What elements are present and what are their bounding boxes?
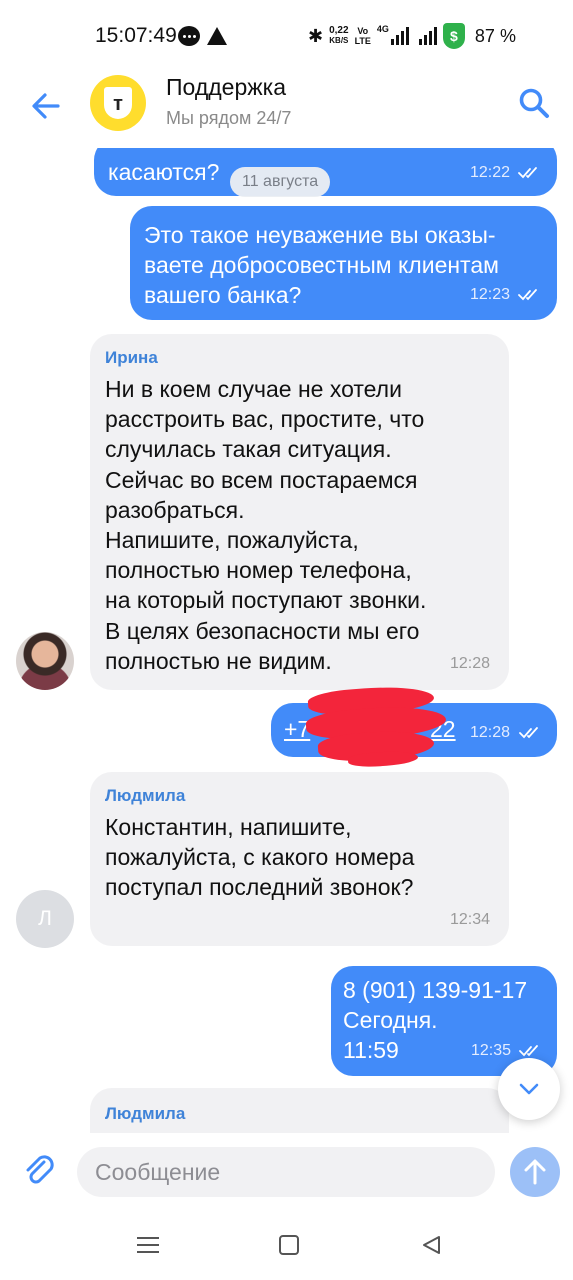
outgoing-message[interactable]: Это такое неуважение вы оказы- ваете доб… — [130, 206, 557, 320]
incoming-message[interactable]: Ирина Ни в коем случае не хотели расстро… — [90, 334, 509, 690]
status-bar: 15:07:49 ✱ 0,22 KB/S Vo LTE 4G $ 87 % — [0, 0, 573, 68]
message-author: Людмила — [105, 786, 186, 805]
message-composer — [0, 1133, 573, 1213]
navigation-arrow-icon — [207, 27, 227, 45]
message-time: 12:28 — [470, 724, 511, 741]
scroll-to-bottom-button[interactable] — [498, 1058, 560, 1120]
security-shield-icon: $ — [442, 23, 465, 49]
home-icon[interactable] — [279, 1235, 299, 1255]
message-text: Ни в коем случае не хотели расстроить ва… — [105, 376, 427, 674]
message-author: Ирина — [105, 348, 158, 367]
status-indicators: ✱ 0,22 KB/S Vo LTE 4G $ 87 % — [308, 22, 516, 50]
read-checkmarks-icon — [519, 727, 538, 739]
chevron-down-icon — [519, 1083, 539, 1095]
message-author: Людмила — [105, 1104, 186, 1123]
bluetooth-icon: ✱ — [308, 25, 324, 46]
chat-title[interactable]: Поддержка — [166, 74, 286, 101]
battery-level: 87 % — [474, 25, 516, 46]
status-time: 15:07:49 — [95, 24, 177, 47]
incoming-message[interactable]: Людмила Константин, напишите, пожалуйста… — [90, 772, 509, 946]
bank-logo[interactable]: т — [90, 75, 146, 131]
message-time: 12:23 — [470, 286, 511, 303]
arrow-up-icon — [524, 1159, 546, 1185]
message-text: Константин, напишите, пожалуйста, с како… — [105, 814, 415, 901]
read-checkmarks-icon — [518, 167, 537, 179]
message-text: Это такое неуважение вы оказы- ваете доб… — [144, 222, 499, 309]
network-speed: 0,22 KB/S — [329, 25, 349, 46]
read-checkmarks-icon — [519, 1045, 538, 1057]
message-list[interactable]: касаются? 12:22 11 августа Это такое неу… — [0, 148, 573, 1133]
message-text: касаются? — [108, 159, 220, 185]
message-time: 12:35 — [471, 1042, 512, 1059]
read-checkmarks-icon — [518, 289, 537, 301]
message-time: 12:28 — [450, 655, 491, 672]
back-arrow-icon[interactable] — [26, 86, 66, 126]
chat-subtitle: Мы рядом 24/7 — [166, 108, 292, 128]
network-type: 4G — [376, 24, 389, 34]
back-triangle-icon[interactable] — [420, 1234, 442, 1256]
search-icon[interactable] — [517, 86, 551, 120]
date-separator: 11 августа — [230, 167, 331, 197]
message-time: 12:34 — [450, 911, 491, 928]
chat-header: т Поддержка Мы рядом 24/7 — [0, 68, 573, 148]
recent-apps-icon[interactable] — [137, 1235, 159, 1255]
signal-bars-icon — [390, 27, 409, 45]
chat-notification-icon — [178, 26, 200, 46]
system-navigation-bar — [0, 1213, 573, 1280]
paperclip-icon[interactable] — [22, 1153, 58, 1189]
incoming-message[interactable]: Людмила — [90, 1088, 509, 1133]
send-button[interactable] — [510, 1147, 560, 1197]
message-input[interactable] — [77, 1147, 495, 1197]
volte-indicator: Vo LTE — [354, 26, 371, 46]
agent-avatar[interactable]: Л — [16, 890, 74, 948]
message-time: 12:22 — [470, 164, 511, 181]
agent-avatar[interactable] — [16, 632, 74, 690]
signal-bars-2-icon — [418, 27, 437, 45]
